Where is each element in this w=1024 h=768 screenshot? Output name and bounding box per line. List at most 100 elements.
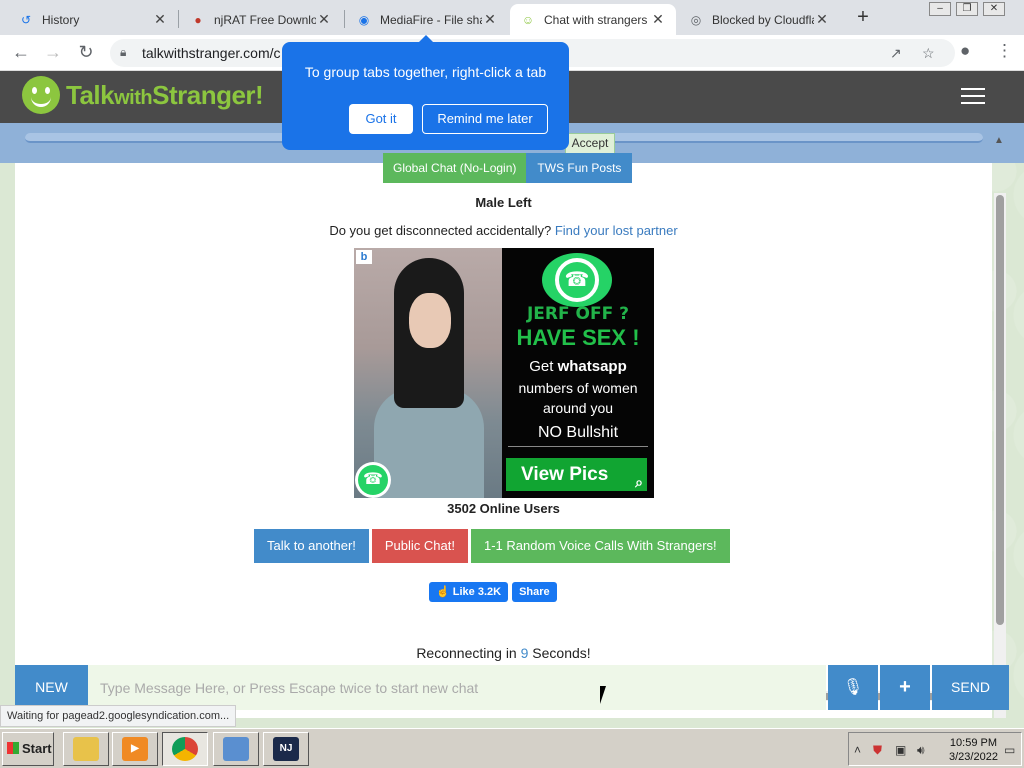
remind-later-button[interactable]: Remind me later bbox=[422, 104, 548, 134]
history-icon: ↺ bbox=[20, 12, 32, 27]
status-title: Male Left bbox=[475, 195, 532, 210]
tab-title: MediaFire - File sharing bbox=[380, 12, 482, 27]
logo-part-with: with bbox=[114, 86, 153, 109]
disconnect-text: Do you get disconnected accidentally? bbox=[329, 223, 552, 238]
reconnect-suffix: Seconds! bbox=[528, 645, 591, 661]
vertical-scroll-thumb[interactable] bbox=[996, 195, 1004, 625]
find-lost-partner-link[interactable]: Find your lost partner bbox=[555, 223, 678, 238]
mediafire-icon: ◉ bbox=[358, 12, 370, 27]
show-hidden-icons-icon[interactable]: ˄ bbox=[854, 743, 861, 757]
taskbar-njrat[interactable]: NJ bbox=[263, 732, 309, 766]
taskbar-explorer[interactable] bbox=[63, 732, 109, 766]
close-tab-icon[interactable]: ✕ bbox=[482, 11, 498, 28]
top-button-row: Global Chat (No-Login) TWS Fun Posts bbox=[383, 153, 633, 183]
close-tab-icon[interactable]: ✕ bbox=[152, 11, 168, 28]
system-tray: ˄ ⛊ ▣ 🔊︎ 10:59 PM 3/23/2022 ▭ bbox=[848, 732, 1022, 766]
tab-title: History bbox=[42, 12, 80, 27]
security-alert-icon[interactable]: ⛊ bbox=[873, 743, 882, 758]
tab-separator bbox=[178, 10, 179, 28]
taskbar-network-app[interactable] bbox=[213, 732, 259, 766]
logo-part-stranger: Stranger! bbox=[152, 79, 264, 110]
got-it-button[interactable]: Got it bbox=[349, 104, 413, 134]
ad-line-3: Get whatsapp bbox=[502, 358, 654, 375]
new-chat-button[interactable]: NEW bbox=[15, 665, 88, 710]
ad-view-pics-button[interactable]: View Pics ⌕ bbox=[506, 458, 647, 491]
browser-tab-strip: ↺ History ✕ ● njRAT Free Download ✕ ◉ Me… bbox=[0, 0, 1024, 35]
close-window-button[interactable]: ✕ bbox=[983, 2, 1005, 16]
close-tab-icon[interactable]: ✕ bbox=[316, 11, 332, 28]
media-player-icon: ▶ bbox=[122, 737, 148, 761]
share-icon[interactable]: ↗ bbox=[890, 45, 902, 62]
fb-like-label: Like 3.2K bbox=[452, 586, 502, 598]
scroll-up-arrow-icon[interactable]: ▲ bbox=[994, 135, 1004, 146]
ad-headline-2: HAVE SEX ! bbox=[516, 325, 640, 350]
lock-icon[interactable]: 🔒︎ bbox=[120, 45, 126, 60]
clock[interactable]: 10:59 PM 3/23/2022 bbox=[949, 736, 998, 764]
forward-icon[interactable]: → bbox=[42, 42, 64, 63]
vertical-scrollbar[interactable] bbox=[994, 193, 1006, 718]
advertisement[interactable]: b ☎ ☎ JERF OFF ? HAVE SEX ! Get whatsapp… bbox=[354, 248, 654, 498]
close-tab-icon[interactable]: ✕ bbox=[814, 11, 830, 28]
ad-photo-face bbox=[409, 293, 451, 348]
fun-posts-button[interactable]: TWS Fun Posts bbox=[526, 153, 633, 183]
tab-title: Blocked by Cloudflare bbox=[712, 12, 814, 27]
voice-calls-button[interactable]: 1-1 Random Voice Calls With Strangers! bbox=[470, 529, 730, 563]
public-chat-button[interactable]: Public Chat! bbox=[371, 529, 468, 563]
tab-title: Chat with strangers bbox=[544, 12, 648, 27]
popup-message: To group tabs together, right-click a ta… bbox=[304, 64, 547, 80]
nj-app-icon: NJ bbox=[273, 737, 299, 761]
tab-chat-with-strangers[interactable]: ☺ Chat with strangers ✕ bbox=[510, 4, 676, 35]
facebook-share-button[interactable]: Share bbox=[512, 582, 557, 602]
logo-text: TalkwithStranger! bbox=[66, 79, 264, 111]
thumbs-up-icon: ☝ bbox=[436, 586, 453, 598]
talk-to-another-button[interactable]: Talk to another! bbox=[254, 529, 369, 563]
send-button[interactable]: SEND bbox=[932, 665, 1009, 710]
windows-taskbar: Start ▶ NJ ˄ ⛊ ▣ 🔊︎ 10:59 PM 3/23/2022 ▭ bbox=[0, 728, 1024, 768]
tab-history[interactable]: ↺ History ✕ bbox=[8, 4, 178, 35]
ad-photo: b ☎ bbox=[354, 248, 502, 498]
add-attachment-button[interactable]: + bbox=[880, 665, 930, 710]
tab-separator bbox=[344, 10, 345, 28]
smiley-logo-icon bbox=[22, 76, 60, 114]
restore-button[interactable]: ❐ bbox=[956, 2, 978, 16]
back-icon[interactable]: ← bbox=[10, 42, 32, 63]
url-text: talkwithstranger.com/c bbox=[142, 45, 281, 61]
hamburger-menu-icon[interactable] bbox=[961, 88, 985, 109]
bookmark-star-icon[interactable]: ☆ bbox=[922, 45, 935, 62]
tab-cloudflare[interactable]: ◎ Blocked by Cloudflare ✕ bbox=[678, 4, 840, 35]
clock-date: 3/23/2022 bbox=[949, 751, 998, 763]
chat-input-bar: NEW 🎙︎ + SEND bbox=[15, 665, 1009, 710]
tab-group-popup: To group tabs together, right-click a ta… bbox=[282, 42, 569, 150]
reconnect-countdown: Reconnecting in 9 Seconds! bbox=[15, 645, 992, 661]
volume-icon[interactable]: 🔊︎ bbox=[917, 743, 925, 758]
ad-line-5: NO Bullshit bbox=[537, 424, 619, 441]
tab-njrat[interactable]: ● njRAT Free Download ✕ bbox=[180, 4, 342, 35]
global-chat-button[interactable]: Global Chat (No-Login) bbox=[383, 153, 527, 183]
tab-mediafire[interactable]: ◉ MediaFire - File sharing ✕ bbox=[346, 4, 508, 35]
new-tab-button[interactable]: + bbox=[853, 6, 873, 29]
taskbar-media-player[interactable]: ▶ bbox=[112, 732, 158, 766]
smiley-icon: ☺ bbox=[521, 12, 535, 27]
action-button-row: Talk to another! Public Chat! 1-1 Random… bbox=[254, 529, 733, 563]
page-body: Accept ▲ Global Chat (No-Login) TWS Fun … bbox=[0, 123, 1024, 728]
site-logo[interactable]: TalkwithStranger! bbox=[22, 76, 264, 114]
minimize-button[interactable]: – bbox=[929, 2, 951, 16]
accept-button[interactable]: Accept bbox=[565, 133, 615, 154]
whatsapp-small-icon: ☎ bbox=[355, 462, 391, 498]
close-tab-icon[interactable]: ✕ bbox=[650, 11, 666, 28]
ad-choices-icon[interactable]: b bbox=[356, 250, 372, 264]
ad-headline-1: JERF OFF ? bbox=[526, 304, 630, 324]
disconnect-notice: Do you get disconnected accidentally? Fi… bbox=[15, 223, 992, 238]
mouse-cursor-icon bbox=[600, 686, 606, 704]
menu-kebab-icon[interactable]: ⋮ bbox=[996, 41, 1013, 61]
clock-time: 10:59 PM bbox=[949, 737, 998, 749]
start-button[interactable]: Start bbox=[2, 732, 54, 766]
message-input[interactable] bbox=[88, 665, 826, 710]
network-icon[interactable]: ▣ bbox=[895, 743, 906, 757]
show-desktop-icon[interactable]: ▭ bbox=[1004, 743, 1015, 757]
facebook-like-button[interactable]: ☝ Like 3.2K bbox=[429, 582, 509, 602]
microphone-icon[interactable]: 🎙︎ bbox=[828, 665, 878, 710]
taskbar-chrome[interactable] bbox=[162, 732, 208, 766]
reload-icon[interactable]: ↻ bbox=[75, 42, 97, 63]
profile-icon[interactable]: ● bbox=[960, 41, 970, 61]
